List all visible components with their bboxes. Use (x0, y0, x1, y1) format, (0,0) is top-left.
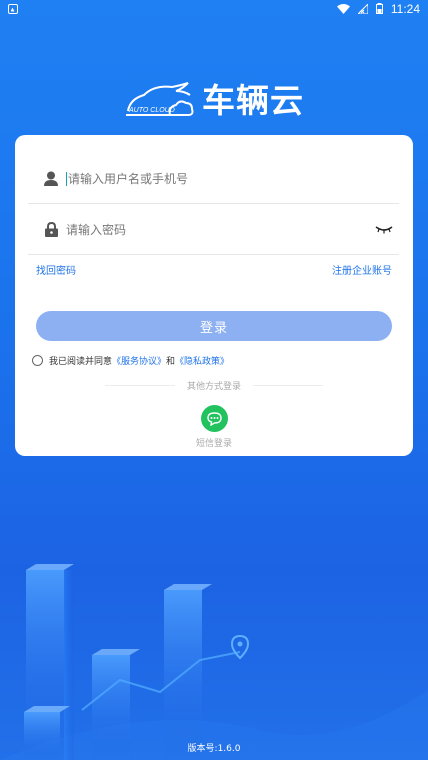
username-input[interactable] (68, 171, 348, 186)
notification-icon (8, 3, 18, 14)
app-name: 车辆云 (202, 81, 304, 120)
car-cloud-logo-icon: AUTO CLOUD (126, 82, 194, 116)
forgot-password-link[interactable]: 找回密码 (36, 262, 76, 277)
status-time: 11:24 (390, 1, 420, 16)
login-card: 找回密码 注册企业账号 登录 我已阅读并同意 《服务协议》 和 《隐私政策》 其… (15, 135, 413, 456)
register-enterprise-link[interactable]: 注册企业账号 (332, 262, 392, 277)
lock-icon (42, 221, 60, 239)
username-field (28, 154, 399, 204)
sms-login-button[interactable] (201, 405, 228, 432)
other-login-divider: 其他方式登录 (15, 379, 413, 392)
eye-closed-icon[interactable] (375, 223, 393, 235)
sms-login-label: 短信登录 (195, 439, 232, 449)
wifi-icon (336, 3, 350, 14)
text-cursor (66, 171, 67, 186)
app-logo: AUTO CLOUD 车辆云 (0, 74, 428, 122)
signal-icon (357, 3, 368, 14)
account-links: 找回密码 注册企业账号 (36, 262, 392, 277)
logo-badge-text: AUTO CLOUD (128, 107, 175, 114)
agreement-row: 我已阅读并同意 《服务协议》 和 《隐私政策》 (32, 354, 229, 367)
agreement-checkbox[interactable] (32, 355, 43, 366)
other-login-label: 其他方式登录 (186, 382, 241, 392)
login-button[interactable]: 登录 (36, 311, 392, 341)
password-field (28, 205, 399, 255)
password-input[interactable] (66, 222, 346, 237)
user-icon (42, 170, 60, 188)
privacy-policy-link[interactable]: 《隐私政策》 (175, 354, 229, 367)
battery-icon (375, 3, 383, 14)
chat-bubble-icon (207, 411, 222, 426)
divider-line-left (104, 385, 175, 386)
city-map-illustration (0, 564, 428, 760)
agreement-prefix: 我已阅读并同意 (49, 357, 113, 367)
status-bar: 11:24 (0, 0, 428, 17)
version-label: 版本号:1.6.0 (187, 744, 241, 754)
service-agreement-link[interactable]: 《服务协议》 (112, 354, 166, 367)
location-pin-icon (230, 634, 250, 660)
divider-line-right (253, 385, 323, 386)
agreement-and: 和 (166, 357, 176, 367)
